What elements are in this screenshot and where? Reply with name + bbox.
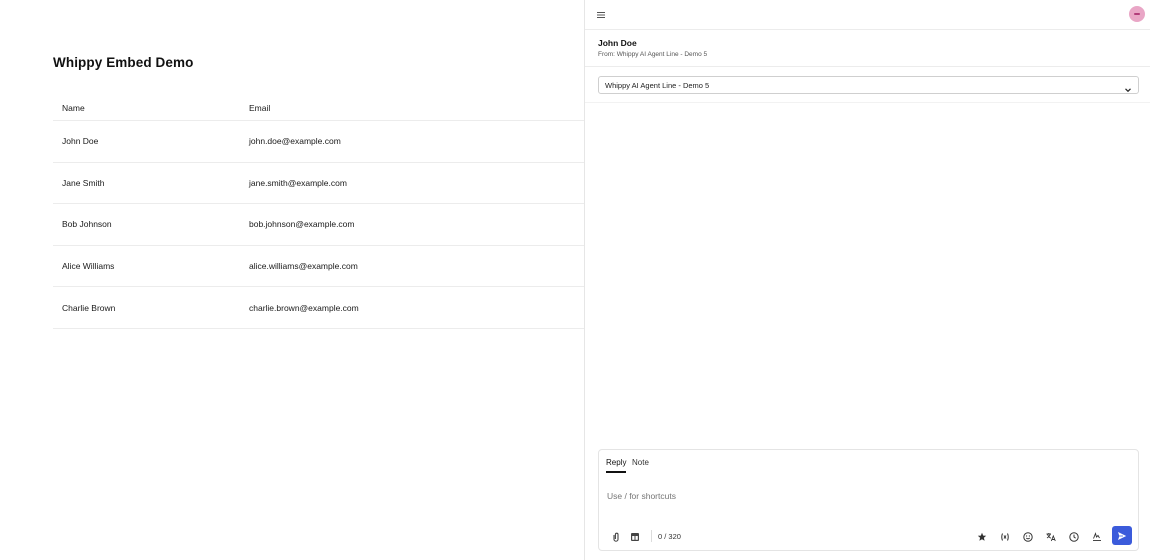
table-row[interactable]: Bob Johnson bob.johnson@example.com	[53, 204, 584, 246]
translate-icon[interactable]	[1045, 530, 1057, 542]
send-button[interactable]	[1112, 526, 1132, 545]
tab-note[interactable]: Note	[632, 458, 649, 467]
whippy-embed-panel: John Doe From: Whippy AI Agent Line - De…	[584, 0, 1150, 560]
menu-icon[interactable]	[595, 8, 607, 20]
chevron-down-icon	[1124, 81, 1132, 93]
cell-name: John Doe	[62, 136, 99, 147]
page-title: Whippy Embed Demo	[53, 55, 194, 70]
message-composer: Reply Note 0 / 320	[598, 449, 1139, 551]
panel-topbar	[585, 0, 1150, 30]
cell-name: Charlie Brown	[62, 302, 116, 313]
cell-email: charlie.brown@example.com	[249, 302, 359, 313]
cell-email: bob.johnson@example.com	[249, 219, 355, 230]
message-input[interactable]	[607, 488, 1127, 504]
emoji-icon[interactable]	[1022, 530, 1034, 542]
cell-name: Jane Smith	[62, 177, 105, 188]
divider	[585, 102, 1150, 103]
template-icon[interactable]	[629, 530, 641, 542]
toolbar-divider	[651, 530, 652, 542]
active-tab-indicator	[606, 471, 626, 473]
column-header-name: Name	[62, 103, 85, 113]
variable-icon[interactable]	[999, 530, 1011, 542]
table-row[interactable]: Alice Williams alice.williams@example.co…	[53, 246, 584, 288]
contacts-table: Name Email John Doe john.doe@example.com…	[53, 96, 584, 329]
channel-select-value: Whippy AI Agent Line - Demo 5	[605, 81, 710, 90]
star-icon[interactable]	[976, 530, 988, 542]
signature-icon[interactable]	[1091, 530, 1103, 542]
cell-email: alice.williams@example.com	[249, 261, 358, 272]
table-row[interactable]: Jane Smith jane.smith@example.com	[53, 163, 584, 205]
schedule-clock-icon[interactable]	[1068, 530, 1080, 542]
table-row[interactable]: John Doe john.doe@example.com	[53, 121, 584, 163]
character-counter: 0 / 320	[658, 532, 681, 541]
cell-name: Bob Johnson	[62, 219, 112, 230]
contact-name: John Doe	[598, 38, 637, 48]
contact-header: John Doe From: Whippy AI Agent Line - De…	[585, 30, 1150, 67]
table-row[interactable]: Charlie Brown charlie.brown@example.com	[53, 287, 584, 329]
column-header-email: Email	[249, 103, 271, 113]
attachment-icon[interactable]	[610, 530, 622, 542]
table-header: Name Email	[53, 96, 584, 121]
cell-email: jane.smith@example.com	[249, 177, 347, 188]
cell-name: Alice Williams	[62, 261, 115, 272]
embed-demo-page: Whippy Embed Demo Name Email John Doe jo…	[0, 0, 584, 560]
avatar[interactable]	[1129, 6, 1145, 22]
tab-reply[interactable]: Reply	[606, 458, 626, 467]
channel-select[interactable]: Whippy AI Agent Line - Demo 5	[598, 76, 1139, 94]
contact-from-line: From: Whippy AI Agent Line - Demo 5	[598, 51, 708, 58]
cell-email: john.doe@example.com	[249, 136, 341, 147]
send-icon	[1118, 531, 1127, 540]
